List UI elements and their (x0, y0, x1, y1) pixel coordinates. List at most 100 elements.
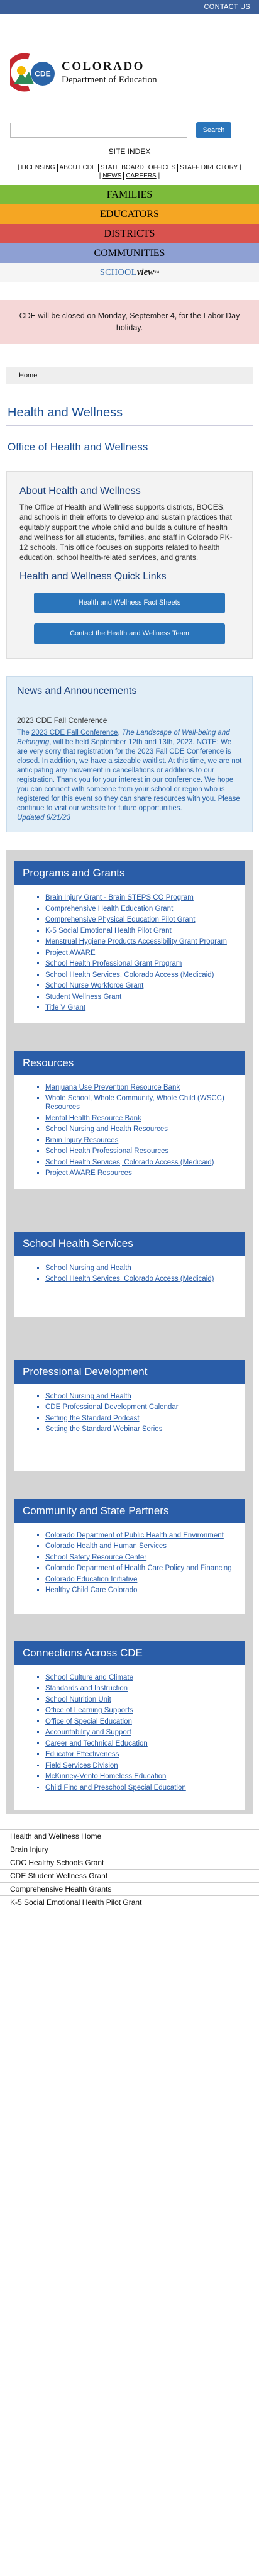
list-item: Mental Health Resource Bank (45, 1114, 236, 1123)
nav-families[interactable]: FAMILIES (0, 185, 259, 204)
card-link[interactable]: Brain Injury Grant - Brain STEPS CO Prog… (45, 894, 194, 901)
card-link[interactable]: Setting the Standard Podcast (45, 1415, 140, 1422)
card-link[interactable]: Healthy Child Care Colorado (45, 1586, 137, 1594)
cde-logo[interactable]: CDE (5, 52, 55, 93)
card-link[interactable]: Mental Health Resource Bank (45, 1115, 141, 1122)
card-link[interactable]: Colorado Department of Health Care Polic… (45, 1564, 232, 1572)
card-link[interactable]: Colorado Health and Human Services (45, 1542, 167, 1550)
card-link[interactable]: Educator Effectiveness (45, 1751, 119, 1758)
list-item: Marijuana Use Prevention Resource Bank (45, 1083, 236, 1092)
list-item: Title V Grant (45, 1003, 236, 1012)
card-link[interactable]: McKinney-Vento Homeless Education (45, 1773, 166, 1780)
utility-link-staff-directory[interactable]: STAFF DIRECTORY (178, 164, 240, 172)
fall-conference-link[interactable]: 2023 CDE Fall Conference (31, 729, 118, 737)
breadcrumb-home[interactable]: Home (19, 372, 37, 379)
card-link[interactable]: Menstrual Hygiene Products Accessibility… (45, 938, 227, 945)
page-title: Health and Wellness (8, 406, 123, 420)
card-link[interactable]: Office of Learning Supports (45, 1707, 133, 1714)
bottom-nav-item[interactable]: CDC Healthy Schools Grant (0, 1856, 259, 1870)
card-link[interactable]: Accountability and Support (45, 1729, 131, 1736)
card-link[interactable]: School Nursing and Health Resources (45, 1125, 168, 1133)
contact-us-link[interactable]: CONTACT US (204, 3, 251, 11)
card-link[interactable]: School Nutrition Unit (45, 1696, 111, 1703)
card-link[interactable]: Project AWARE Resources (45, 1169, 132, 1177)
card-programs-grants: Programs and Grants Brain Injury Grant -… (14, 861, 245, 1023)
list-item: School Health Services, Colorado Access … (45, 1158, 236, 1167)
card-link[interactable]: Setting the Standard Webinar Series (45, 1425, 162, 1433)
card-link[interactable]: Brain Injury Resources (45, 1137, 118, 1144)
nav-educators[interactable]: EDUCATORS (0, 204, 259, 224)
utility-link-licensing[interactable]: LICENSING (19, 164, 58, 172)
card-link[interactable]: School Nurse Workforce Grant (45, 982, 143, 990)
card-professional-development: Professional Development School Nursing … (14, 1359, 245, 1471)
card-link[interactable]: Colorado Department of Public Health and… (45, 1532, 224, 1539)
list-item: School Nursing and Health (45, 1392, 236, 1401)
bottom-nav-item[interactable]: Health and Wellness Home (0, 1830, 259, 1843)
logo-text[interactable]: COLORADO Department of Education (62, 60, 157, 86)
contact-team-button[interactable]: Contact the Health and Wellness Team (34, 623, 225, 644)
card-link[interactable]: Marijuana Use Prevention Resource Bank (45, 1084, 180, 1091)
news-body: The 2023 CDE Fall Conference, The Landsc… (17, 729, 242, 822)
list-item: K-5 Social Emotional Health Pilot Grant (45, 927, 236, 935)
utility-link-about-cde[interactable]: ABOUT CDE (58, 164, 99, 172)
card-link[interactable]: Child Find and Preschool Special Educati… (45, 1784, 186, 1792)
card-link[interactable]: School Health Services, Colorado Access … (45, 1159, 214, 1166)
card-link[interactable]: School Culture and Climate (45, 1674, 133, 1681)
card-link[interactable]: Comprehensive Health Education Grant (45, 905, 173, 913)
list-item: Colorado Department of Health Care Polic… (45, 1564, 236, 1573)
card-school-health-services: School Health Services School Nursing an… (14, 1231, 245, 1317)
card-link[interactable]: School Nursing and Health (45, 1264, 131, 1272)
card-link[interactable]: School Nursing and Health (45, 1393, 131, 1400)
search-input[interactable] (10, 123, 187, 138)
breadcrumb: Home (6, 367, 253, 384)
top-bar: CONTACT US (0, 0, 259, 14)
card-link[interactable]: School Health Services, Colorado Access … (45, 1275, 214, 1283)
card-link[interactable]: Student Wellness Grant (45, 993, 121, 1001)
list-item: Setting the Standard Webinar Series (45, 1425, 236, 1434)
news-panel: News and Announcements 2023 CDE Fall Con… (6, 676, 253, 832)
card-link[interactable]: Field Services Division (45, 1762, 118, 1770)
list-item: Office of Special Education (45, 1717, 236, 1726)
card-link[interactable]: Office of Special Education (45, 1718, 132, 1726)
utility-link-news[interactable]: NEWS (101, 172, 124, 180)
card-link[interactable]: Title V Grant (45, 1004, 85, 1012)
link-cards: Programs and Grants Brain Injury Grant -… (6, 850, 253, 1814)
card-link[interactable]: School Health Professional Grant Program (45, 960, 182, 967)
search-button[interactable]: Search (196, 122, 231, 138)
about-panel: About Health and Wellness The Office of … (6, 471, 253, 659)
bottom-nav-item[interactable]: K-5 Social Emotional Health Pilot Grant (0, 1896, 259, 1909)
fact-sheets-button[interactable]: Health and Wellness Fact Sheets (34, 593, 225, 613)
card-connections-cde: Connections Across CDE School Culture an… (14, 1641, 245, 1810)
card-title: Resources (14, 1051, 245, 1075)
bottom-nav-item[interactable]: Brain Injury (0, 1843, 259, 1856)
nav-schoolview[interactable]: SCHOOL view ™ (0, 263, 259, 282)
list-item: Child Find and Preschool Special Educati… (45, 1783, 236, 1792)
card-link[interactable]: School Safety Resource Center (45, 1554, 146, 1561)
utility-link-careers[interactable]: CAREERS (124, 172, 158, 180)
card-link[interactable]: Whole School, Whole Community, Whole Chi… (45, 1095, 224, 1111)
nav-communities[interactable]: COMMUNITIES (0, 243, 259, 263)
nav-districts[interactable]: DISTRICTS (0, 224, 259, 243)
card-link[interactable]: Colorado Education Initiative (45, 1576, 137, 1583)
list-item: School Nutrition Unit (45, 1695, 236, 1704)
list-item: Comprehensive Physical Education Pilot G… (45, 915, 236, 924)
card-link[interactable]: Standards and Instruction (45, 1685, 128, 1692)
card-link[interactable]: Career and Technical Education (45, 1740, 148, 1748)
bottom-nav-item[interactable]: Comprehensive Health Grants (0, 1883, 259, 1896)
bottom-nav-item[interactable]: CDE Student Wellness Grant (0, 1870, 259, 1883)
news-subtitle: 2023 CDE Fall Conference (17, 716, 107, 725)
card-link[interactable]: School Health Services, Colorado Access … (45, 971, 214, 979)
list-item: Office of Learning Supports (45, 1706, 236, 1715)
utility-link-offices[interactable]: OFFICES (146, 164, 179, 172)
list-item: Healthy Child Care Colorado (45, 1586, 236, 1595)
list-item: Menstrual Hygiene Products Accessibility… (45, 937, 236, 946)
divider (6, 425, 253, 426)
card-link[interactable]: K-5 Social Emotional Health Pilot Grant (45, 927, 172, 935)
card-link[interactable]: CDE Professional Development Calendar (45, 1403, 179, 1411)
card-link[interactable]: School Health Professional Resources (45, 1147, 168, 1155)
site-index-link[interactable]: SITE INDEX (109, 147, 151, 156)
card-link[interactable]: Comprehensive Physical Education Pilot G… (45, 916, 195, 923)
audience-nav: FAMILIES EDUCATORS DISTRICTS COMMUNITIES… (0, 185, 259, 282)
card-link[interactable]: Project AWARE (45, 949, 96, 957)
utility-link-state-board[interactable]: STATE BOARD (99, 164, 146, 172)
